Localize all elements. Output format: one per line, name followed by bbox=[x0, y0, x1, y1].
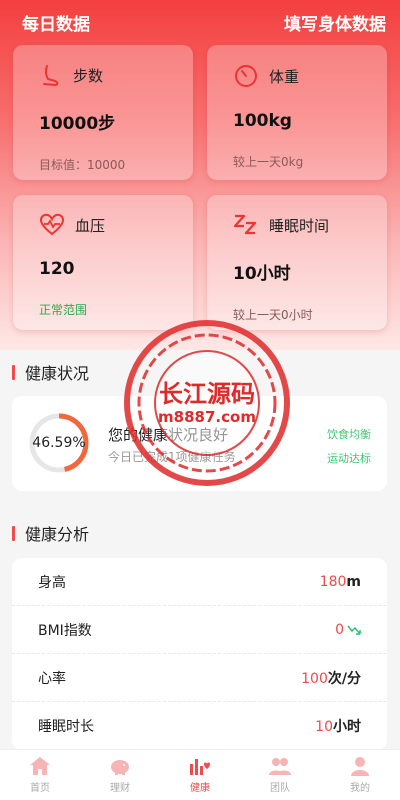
steps-value: 10000步 bbox=[39, 114, 116, 134]
progress-percent: 46.59% bbox=[32, 435, 86, 451]
heading-accent-bar bbox=[12, 364, 15, 380]
tab-health[interactable]: 健康 bbox=[160, 750, 240, 800]
weight-sub: 较上一天0kg bbox=[233, 155, 304, 169]
top-bar: 每日数据 填写身体数据 bbox=[0, 0, 400, 44]
health-status-title: 健康状况 bbox=[25, 364, 90, 383]
tab-label: 理财 bbox=[110, 783, 130, 794]
row-unit: 次/分 bbox=[327, 670, 361, 687]
weight-card[interactable]: 体重 100kg 较上一天0kg bbox=[207, 45, 387, 180]
sleep-label: 睡眠时间 bbox=[269, 216, 330, 235]
tab-label: 首页 bbox=[30, 783, 50, 794]
fill-body-data-button[interactable]: 填写身体数据 bbox=[284, 10, 386, 35]
blood-pressure-label: 血压 bbox=[75, 216, 106, 235]
row-number: 100 bbox=[301, 670, 328, 687]
watermark-line1: 长江源码 bbox=[159, 380, 255, 408]
health-analysis-list: 身高 180m BMI指数 0 心率 100次/分 睡眠时长 10小时 bbox=[12, 558, 387, 750]
gauge-icon bbox=[235, 65, 257, 87]
page-title: 每日数据 bbox=[22, 14, 90, 35]
tab-label: 健康 bbox=[190, 783, 210, 794]
blood-pressure-card[interactable]: 血压 120 正常范围 bbox=[13, 195, 193, 330]
tag-diet: 饮食均衡 bbox=[327, 428, 371, 441]
list-item-bmi[interactable]: BMI指数 0 bbox=[12, 606, 387, 654]
tab-finance[interactable]: 理财 bbox=[80, 750, 160, 800]
list-item-sleep-duration[interactable]: 睡眠时长 10小时 bbox=[12, 702, 387, 750]
steps-card[interactable]: 步数 10000步 目标值：10000 bbox=[13, 45, 193, 180]
tab-profile[interactable]: 我的 bbox=[320, 750, 400, 800]
bottom-tab-bar: 首页 理财 健康 团队 我的 bbox=[0, 749, 400, 800]
health-analysis-title: 健康分析 bbox=[25, 525, 90, 544]
row-label: BMI指数 bbox=[38, 622, 92, 639]
user-icon bbox=[351, 757, 369, 776]
piggy-bank-icon bbox=[111, 760, 129, 775]
team-icon bbox=[269, 758, 291, 775]
health-analysis-heading: 健康分析 bbox=[12, 521, 89, 545]
heading-accent-bar bbox=[12, 525, 15, 541]
trend-down-icon bbox=[347, 625, 361, 635]
row-label: 心率 bbox=[38, 670, 66, 687]
heart-pulse-icon bbox=[39, 213, 65, 236]
list-item-heart-rate[interactable]: 心率 100次/分 bbox=[12, 654, 387, 702]
tag-exercise: 运动达标 bbox=[327, 452, 371, 465]
watermark-line2: m8887.com bbox=[158, 408, 256, 426]
weight-label: 体重 bbox=[269, 67, 300, 86]
weight-value: 100kg bbox=[233, 111, 292, 131]
tab-label: 我的 bbox=[350, 783, 370, 794]
health-chart-icon bbox=[190, 759, 210, 775]
blood-pressure-sub: 正常范围 bbox=[39, 303, 88, 317]
row-unit: m bbox=[346, 573, 361, 590]
blood-pressure-value: 120 bbox=[39, 259, 75, 279]
row-unit: 小时 bbox=[333, 719, 361, 735]
row-label: 身高 bbox=[38, 574, 66, 591]
list-item-height[interactable]: 身高 180m bbox=[12, 558, 387, 606]
sleep-card[interactable]: 睡眠时间 10小时 较上一天0小时 bbox=[207, 195, 387, 330]
row-number: 10 bbox=[315, 719, 333, 735]
row-number: 0 bbox=[335, 621, 344, 638]
sleep-value: 10小时 bbox=[233, 264, 291, 284]
tab-label: 团队 bbox=[270, 783, 290, 794]
row-number: 180 bbox=[319, 573, 347, 590]
tab-home[interactable]: 首页 bbox=[0, 750, 80, 800]
foot-icon bbox=[43, 65, 59, 87]
steps-sub: 目标值：10000 bbox=[39, 158, 126, 172]
sleep-icon bbox=[233, 214, 257, 235]
steps-label: 步数 bbox=[73, 66, 104, 85]
row-label: 睡眠时长 bbox=[38, 719, 94, 735]
tab-team[interactable]: 团队 bbox=[240, 750, 320, 800]
home-icon bbox=[30, 757, 50, 775]
health-status-heading: 健康状况 bbox=[12, 360, 89, 384]
watermark-text: 长江源码 m8887.com bbox=[122, 380, 292, 426]
